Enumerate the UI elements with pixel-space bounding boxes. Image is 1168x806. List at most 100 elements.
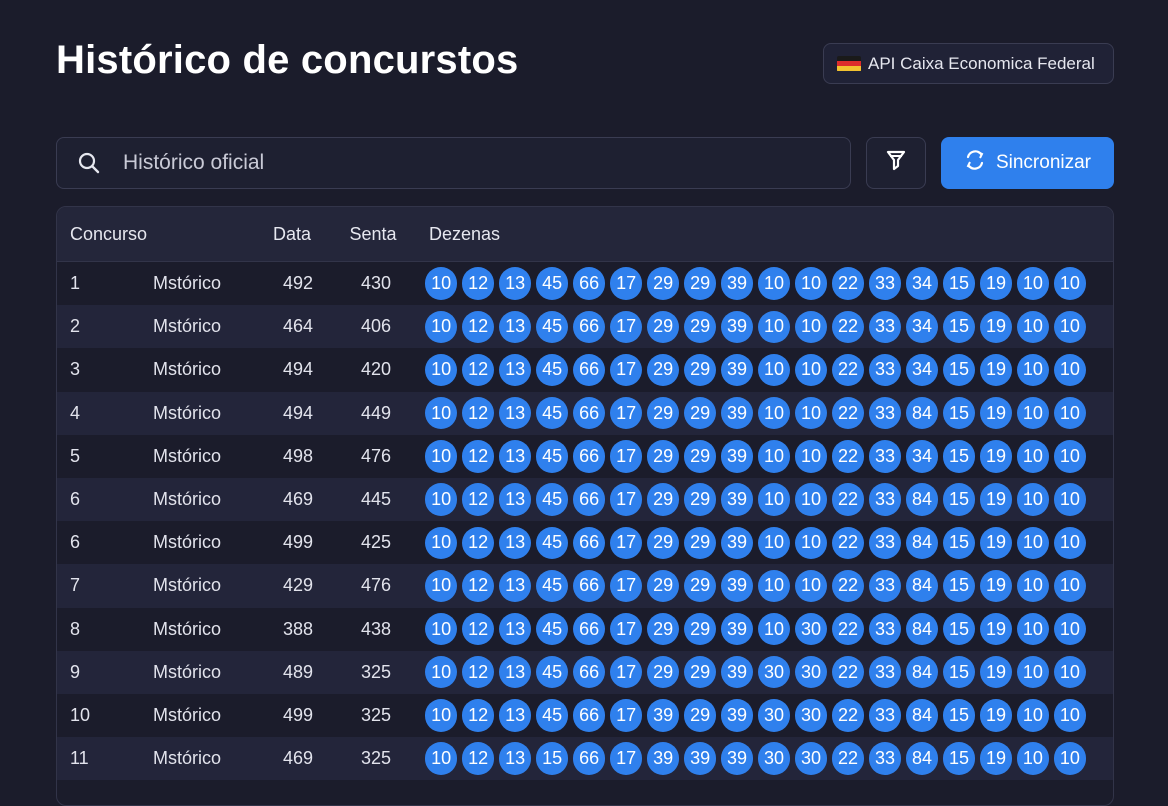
- row-data: 489: [282, 661, 314, 682]
- number-ball: 10: [1053, 612, 1087, 646]
- number-ball: 29: [646, 310, 680, 343]
- row-concurso: 3: [70, 359, 81, 380]
- number-ball: 29: [646, 526, 680, 559]
- number-ball: 66: [572, 310, 606, 343]
- table-row[interactable]: 6 Mstórico 499 425 10 12 13 45 66 17 29 29 39 10 10 22 3…: [57, 521, 1113, 565]
- number-ball: 39: [720, 742, 754, 775]
- number-ball: 19: [979, 440, 1013, 473]
- number-ball: 45: [535, 353, 569, 387]
- table-row[interactable]: 5 Mstórico 498 476 10 12 13 45 66 17 29 29 39 10 10 22 3…: [57, 434, 1113, 478]
- row-data: 499: [282, 532, 314, 553]
- number-ball: 66: [572, 656, 606, 689]
- table-row[interactable]: 7 Mstórico 429 476 10 12 13 45 66 17 29 29 39 10 10 22 3…: [57, 564, 1113, 608]
- number-ball: 39: [720, 267, 754, 300]
- row-senta: 430: [360, 273, 392, 294]
- row-dezenas: 10 12 13 45 66 17 29 29 39 30 30 22 33 84 15 19 10 10: [419, 656, 1113, 689]
- number-ball: 10: [1016, 440, 1050, 473]
- table-row[interactable]: 8 Mstórico 388 438 10 12 13 45 66 17 29 29 39 10 30 22 3…: [57, 607, 1113, 651]
- api-source-badge[interactable]: API Caixa Economica Federal: [823, 43, 1114, 84]
- number-ball: 12: [461, 267, 495, 300]
- number-ball: 10: [1053, 656, 1087, 689]
- number-ball: 17: [609, 483, 643, 516]
- row-data: 429: [282, 575, 314, 596]
- filter-button[interactable]: [866, 137, 926, 189]
- number-ball: 10: [425, 742, 458, 775]
- number-ball: 30: [757, 656, 791, 689]
- table-row[interactable]: 10 Mstórico 499 325 10 12 13 45 66 17 39 29 39 30 30 22…: [57, 693, 1113, 738]
- sync-button[interactable]: Sincronizar: [941, 137, 1114, 189]
- number-ball: 15: [942, 483, 976, 516]
- row-label: Mstórico: [153, 618, 222, 639]
- number-ball: 22: [831, 742, 865, 775]
- row-concurso: 7: [70, 575, 81, 596]
- row-dezenas: 10 12 13 15 66 17 39 39 39 30 30 22 33 84 15 19 10 10: [419, 742, 1113, 775]
- number-ball: 13: [498, 440, 532, 473]
- search-bar[interactable]: [56, 137, 851, 189]
- number-ball: 10: [794, 440, 828, 473]
- header-senta[interactable]: Senta: [317, 224, 429, 245]
- row-dezenas: 10 12 13 45 66 17 29 29 39 10 10 22 33 34 15 19 10 10: [419, 267, 1113, 300]
- number-ball: 12: [461, 310, 495, 343]
- number-ball: 33: [868, 742, 902, 775]
- header-dezenas[interactable]: Dezenas: [429, 224, 500, 245]
- number-ball: 66: [572, 483, 606, 516]
- number-ball: 39: [646, 699, 680, 732]
- table-row[interactable]: 6 Mstórico 469 445 10 12 13 45 66 17 29 29 39 10 10 22 3…: [57, 477, 1113, 522]
- german-flag-icon: [837, 55, 861, 72]
- number-ball: 29: [683, 569, 717, 603]
- row-concurso: 4: [70, 402, 81, 423]
- number-ball: 13: [498, 353, 532, 387]
- number-ball: 15: [942, 742, 976, 775]
- number-ball: 34: [905, 267, 939, 300]
- number-ball: 22: [831, 526, 865, 559]
- row-concurso: 6: [70, 489, 81, 510]
- number-ball: 10: [425, 440, 458, 473]
- number-ball: 10: [1016, 656, 1050, 689]
- row-dezenas: 10 12 13 45 66 17 29 29 39 10 10 22 33 34 15 19 10 10: [419, 310, 1113, 343]
- number-ball: 39: [720, 526, 754, 559]
- row-dezenas: 10 12 13 45 66 17 29 29 39 10 10 22 33 84 15 19 10 10: [419, 526, 1113, 559]
- row-label: Mstórico: [153, 748, 222, 769]
- header-concurso[interactable]: Concurso: [57, 224, 273, 245]
- table-row[interactable]: 11 Mstórico 469 325 10 12 13 15 66 17 39 39 39 30 30 22…: [57, 737, 1113, 781]
- search-input[interactable]: [121, 150, 825, 176]
- number-ball: 39: [683, 742, 717, 775]
- number-ball: 13: [498, 396, 532, 430]
- table-row[interactable]: 4 Mstórico 494 449 10 12 13 45 66 17 29 29 39 10 10 22 3…: [57, 391, 1113, 435]
- number-ball: 15: [942, 267, 976, 300]
- number-ball: 19: [979, 699, 1013, 732]
- number-ball: 10: [1016, 483, 1050, 516]
- number-ball: 17: [609, 569, 643, 603]
- number-ball: 10: [1016, 267, 1050, 300]
- number-ball: 33: [868, 483, 902, 516]
- table-row[interactable]: 1 Mstórico 492 430 10 12 13 45 66 17 29 29 39 10 10 22 3…: [57, 262, 1113, 306]
- row-senta: 438: [360, 618, 392, 639]
- number-ball: 66: [572, 353, 606, 387]
- table-row[interactable]: 9 Mstórico 489 325 10 12 13 45 66 17 29 29 39 30 30 22 3…: [57, 650, 1113, 694]
- number-ball: 29: [646, 396, 680, 430]
- row-label: Mstórico: [153, 359, 222, 380]
- row-senta: 476: [360, 445, 392, 466]
- row-concurso: 10: [70, 704, 91, 725]
- number-ball: 19: [979, 612, 1013, 646]
- number-ball: 22: [831, 396, 865, 430]
- row-concurso: 1: [70, 273, 81, 294]
- number-ball: 10: [1016, 310, 1050, 343]
- row-senta: 445: [360, 489, 392, 510]
- table-row[interactable]: 3 Mstórico 494 420 10 12 13 45 66 17 29 29 39 10 10 22 3…: [57, 348, 1113, 392]
- number-ball: 39: [720, 310, 754, 343]
- row-data: 388: [282, 618, 314, 639]
- header-data[interactable]: Data: [273, 224, 317, 245]
- row-senta: 406: [360, 316, 392, 337]
- number-ball: 22: [831, 656, 865, 689]
- number-ball: 66: [572, 526, 606, 559]
- table-row[interactable]: 2 Mstórico 464 406 10 12 13 45 66 17 29 29 39 10 10 22 3…: [57, 305, 1113, 349]
- number-ball: 10: [1053, 742, 1087, 775]
- number-ball: 33: [868, 440, 902, 473]
- number-ball: 12: [461, 699, 495, 732]
- row-dezenas: 10 12 13 45 66 17 29 29 39 10 10 22 33 84 15 19 10 10: [419, 569, 1113, 603]
- number-ball: 19: [979, 267, 1013, 300]
- table-body: 1 Mstórico 492 430 10 12 13 45 66 17 29 29 39 10 10 22 3…: [57, 262, 1113, 781]
- number-ball: 10: [757, 526, 791, 559]
- number-ball: 10: [1016, 526, 1050, 559]
